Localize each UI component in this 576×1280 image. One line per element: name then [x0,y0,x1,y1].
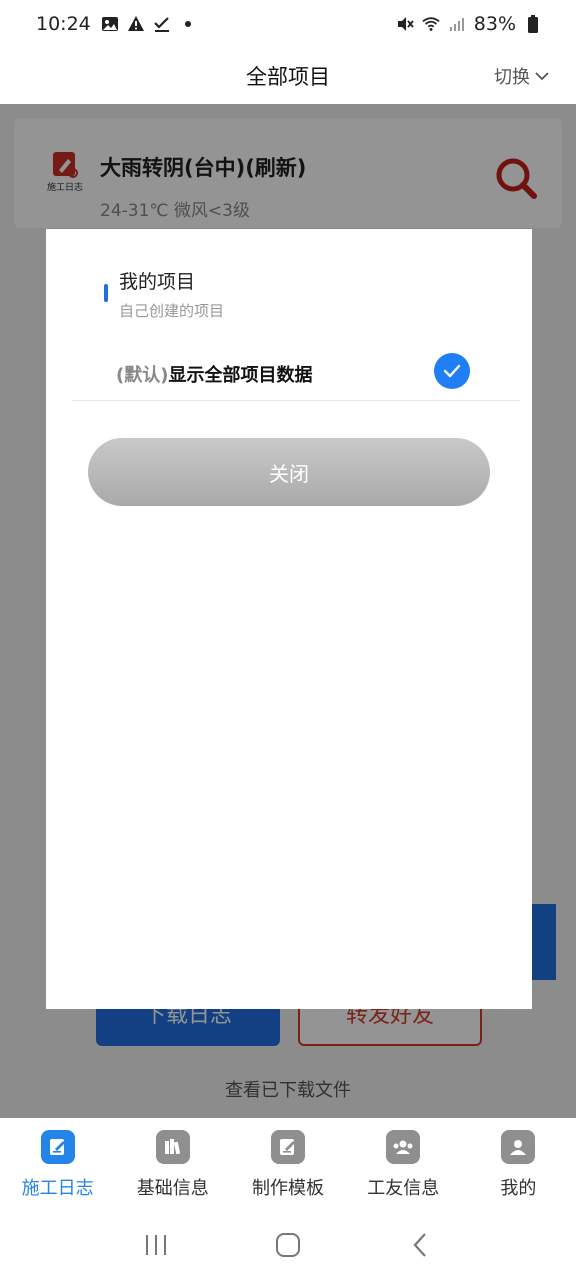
signal-icon [448,15,466,33]
workers-icon [386,1130,421,1164]
task-done-icon [153,15,171,33]
tab-label: 我的 [500,1178,537,1199]
bottom-tab-bar: 施工日志 基础信息 制作模板 工友信息 我的 [0,1118,576,1210]
default-prefix: (默认) [116,364,169,386]
project-switch-dialog: 我的项目 自己创建的项目 (默认) 显示全部项目数据 关闭 [46,229,532,1009]
top-header: 全部项目 切换 [0,48,576,104]
tab-basic-info[interactable]: 基础信息 [115,1118,230,1210]
tab-label: 工友信息 [367,1178,440,1199]
tab-label: 制作模板 [252,1178,324,1199]
all-projects-label: 显示全部项目数据 [168,364,313,386]
wifi-icon [422,15,440,33]
books-icon [155,1130,190,1164]
status-icons-left [101,15,197,33]
tab-profile[interactable]: 我的 [461,1118,576,1210]
switch-label: 切换 [494,67,530,88]
switch-button[interactable]: 切换 [494,63,550,89]
image-icon [101,15,119,33]
status-icons-right: 83% [396,13,542,35]
system-nav-bar [0,1210,576,1280]
tab-label: 基础信息 [136,1178,209,1199]
chevron-down-icon [534,66,550,87]
tab-workers-info[interactable]: 工友信息 [346,1118,461,1210]
home-icon[interactable] [268,1225,308,1265]
mute-icon [396,15,414,33]
tab-make-template[interactable]: 制作模板 [230,1118,345,1210]
status-time: 10:24 [36,13,91,35]
status-bar: 10:24 83% [0,0,576,48]
template-icon [271,1130,305,1164]
profile-icon [501,1130,536,1164]
battery-icon [524,15,542,33]
selection-indicator [104,284,108,302]
dot-icon [179,15,197,33]
all-projects-option[interactable]: (默认) 显示全部项目数据 [72,347,520,401]
recent-apps-icon[interactable] [136,1225,176,1265]
tab-label: 施工日志 [21,1178,94,1199]
back-icon[interactable] [400,1225,440,1265]
warning-icon [127,15,145,33]
battery-percent: 83% [473,13,516,35]
tab-construction-log[interactable]: 施工日志 [0,1118,115,1210]
close-button[interactable]: 关闭 [88,438,490,506]
log-icon [40,1130,75,1164]
my-project-title[interactable]: 我的项目 [119,267,195,294]
page-title: 全部项目 [246,65,330,89]
check-icon[interactable] [434,353,470,389]
my-project-subtitle: 自己创建的项目 [119,302,225,320]
